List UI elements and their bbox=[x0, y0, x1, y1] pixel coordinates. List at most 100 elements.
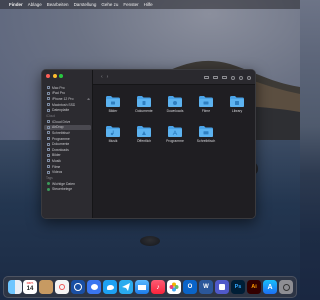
photos-icon[interactable] bbox=[167, 280, 181, 294]
download-icon bbox=[47, 148, 50, 152]
forward-button[interactable]: › bbox=[107, 70, 109, 85]
reminders-icon[interactable] bbox=[55, 280, 69, 294]
folder-item[interactable]: Library bbox=[222, 96, 252, 124]
calendar-icon[interactable]: OKT. 14 bbox=[23, 280, 37, 294]
outlook-icon[interactable]: O bbox=[183, 280, 197, 294]
folder-icon bbox=[137, 126, 151, 137]
menu-hilfe[interactable]: Hilfe bbox=[144, 0, 153, 9]
flower-icon bbox=[169, 282, 179, 292]
tag-icon[interactable] bbox=[231, 75, 235, 80]
folder-item[interactable]: Bilder bbox=[98, 96, 128, 124]
share-icon[interactable] bbox=[222, 75, 227, 80]
folder-label: Downloads bbox=[166, 109, 184, 113]
iphone-icon bbox=[47, 97, 50, 101]
finder-sidebar: Mac Pro iPad Pro iPhone 12 Pro ⏏ Macintos… bbox=[42, 70, 93, 218]
menu-ablage[interactable]: Ablage bbox=[28, 0, 42, 9]
photo-icon bbox=[47, 153, 50, 157]
photoshop-icon[interactable]: Ps bbox=[231, 280, 245, 294]
menu-bar: Finder Ablage Bearbeiten Darstellung Geh… bbox=[0, 0, 300, 9]
sidebar-item-label: Bilder bbox=[52, 153, 61, 158]
folder-label: Programme bbox=[166, 139, 184, 143]
folder-label: Schreibtisch bbox=[196, 139, 216, 143]
zoom-button[interactable] bbox=[59, 74, 63, 78]
dock: OKT. 14 ♪ O W Ps Ai A bbox=[3, 276, 297, 298]
sidebar-section-label: iCloud bbox=[46, 113, 56, 118]
illustrator-letters: Ai bbox=[251, 284, 257, 290]
folder-item[interactable]: Filme bbox=[191, 96, 221, 124]
finder-toolbar: ‹ › bbox=[93, 70, 255, 85]
word-icon[interactable]: W bbox=[199, 280, 213, 294]
folder-label: Bilder bbox=[108, 109, 118, 113]
finder-window: Mac Pro iPad Pro iPhone 12 Pro ⏏ Macintos… bbox=[41, 69, 256, 219]
search-icon[interactable] bbox=[247, 75, 251, 80]
ipad-icon bbox=[47, 91, 50, 95]
tag-dot-icon bbox=[47, 187, 50, 191]
sidebar-item-label: Programme bbox=[52, 136, 70, 141]
sidebar-item-label: Wichtige Daten bbox=[52, 181, 75, 186]
onepassword-icon[interactable] bbox=[71, 280, 85, 294]
eject-icon[interactable]: ⏏ bbox=[87, 97, 90, 101]
folder-icon bbox=[199, 96, 213, 107]
calendar-day-label: 14 bbox=[26, 285, 34, 292]
menu-finder[interactable]: Finder bbox=[9, 0, 23, 9]
folder-icon bbox=[137, 96, 151, 107]
contacts-icon[interactable] bbox=[39, 280, 53, 294]
computer-icon bbox=[47, 86, 50, 90]
folder-label: Filme bbox=[201, 109, 211, 113]
folder-item[interactable]: Öffentlich bbox=[129, 126, 159, 154]
minimize-button[interactable] bbox=[52, 74, 57, 78]
sidebar-item-label: Dokumente bbox=[52, 142, 70, 147]
twitter-icon[interactable] bbox=[103, 280, 117, 294]
teams-icon[interactable] bbox=[215, 280, 229, 294]
calendar-month-label: OKT. bbox=[26, 281, 34, 285]
action-icon[interactable] bbox=[239, 75, 243, 80]
sidebar-item-label: Steuerbelege bbox=[52, 187, 73, 192]
telegram-icon[interactable] bbox=[119, 280, 133, 294]
close-button[interactable] bbox=[46, 74, 50, 78]
applications-icon bbox=[47, 137, 50, 141]
sidebar-tag-steuerbelege[interactable]: Steuerbelege bbox=[42, 187, 93, 193]
preferences-icon[interactable] bbox=[279, 280, 293, 294]
airdrop-icon bbox=[47, 125, 50, 129]
disk-icon bbox=[47, 103, 50, 107]
folder-icon bbox=[168, 96, 182, 107]
finder-icon[interactable] bbox=[8, 280, 22, 294]
sidebar-item-label: AirDrop bbox=[52, 125, 64, 130]
mail-icon[interactable] bbox=[135, 280, 149, 294]
sidebar-item-icloud-drive[interactable]: iCloud Drive bbox=[42, 119, 93, 125]
folder-icon bbox=[47, 170, 50, 174]
folder-item[interactable]: Schreibtisch bbox=[191, 126, 221, 154]
sidebar-item-label: Videos bbox=[52, 170, 63, 175]
photoshop-letters: Ps bbox=[234, 284, 242, 290]
view-icons-icon[interactable] bbox=[204, 75, 209, 80]
folder-item[interactable]: Programme bbox=[160, 126, 190, 154]
sidebar-item-label: Musik bbox=[52, 158, 61, 163]
wallpaper-rock bbox=[140, 236, 160, 246]
folder-item[interactable]: Downloads bbox=[160, 96, 190, 124]
sidebar-item-label: Datenplatte bbox=[52, 108, 70, 113]
sidebar-item-label: Filme bbox=[52, 164, 61, 169]
illustrator-icon[interactable]: Ai bbox=[247, 280, 261, 294]
folder-label: Öffentlich bbox=[136, 139, 152, 143]
menu-gehe-zu[interactable]: Gehe zu bbox=[101, 0, 118, 9]
menu-darstellung[interactable]: Darstellung bbox=[74, 0, 97, 9]
finder-content: ‹ › Bilder Dokumente Downloads Filme Lib… bbox=[93, 70, 255, 218]
back-button[interactable]: ‹ bbox=[101, 70, 103, 85]
sidebar-item-label: iPhone 12 Pro bbox=[52, 96, 74, 101]
folder-item[interactable]: Musik bbox=[98, 126, 128, 154]
group-by-icon[interactable] bbox=[213, 75, 218, 80]
folder-item[interactable]: Dokumente bbox=[129, 96, 159, 124]
cloud-icon bbox=[47, 120, 50, 124]
sidebar-item-label: Schreibtisch bbox=[52, 130, 71, 135]
window-controls bbox=[46, 74, 63, 78]
menu-fenster[interactable]: Fenster bbox=[123, 0, 138, 9]
sidebar-item-label: iCloud Drive bbox=[52, 119, 71, 124]
sidebar-section-label: Tags bbox=[46, 175, 53, 180]
sidebar-item-label: Mac Pro bbox=[52, 85, 65, 90]
appstore-icon[interactable]: A bbox=[263, 280, 277, 294]
signal-icon[interactable] bbox=[87, 280, 101, 294]
menu-bearbeiten[interactable]: Bearbeiten bbox=[47, 0, 69, 9]
folder-icon bbox=[230, 96, 244, 107]
music-icon[interactable]: ♪ bbox=[151, 280, 165, 294]
desktop-icon bbox=[47, 131, 50, 135]
